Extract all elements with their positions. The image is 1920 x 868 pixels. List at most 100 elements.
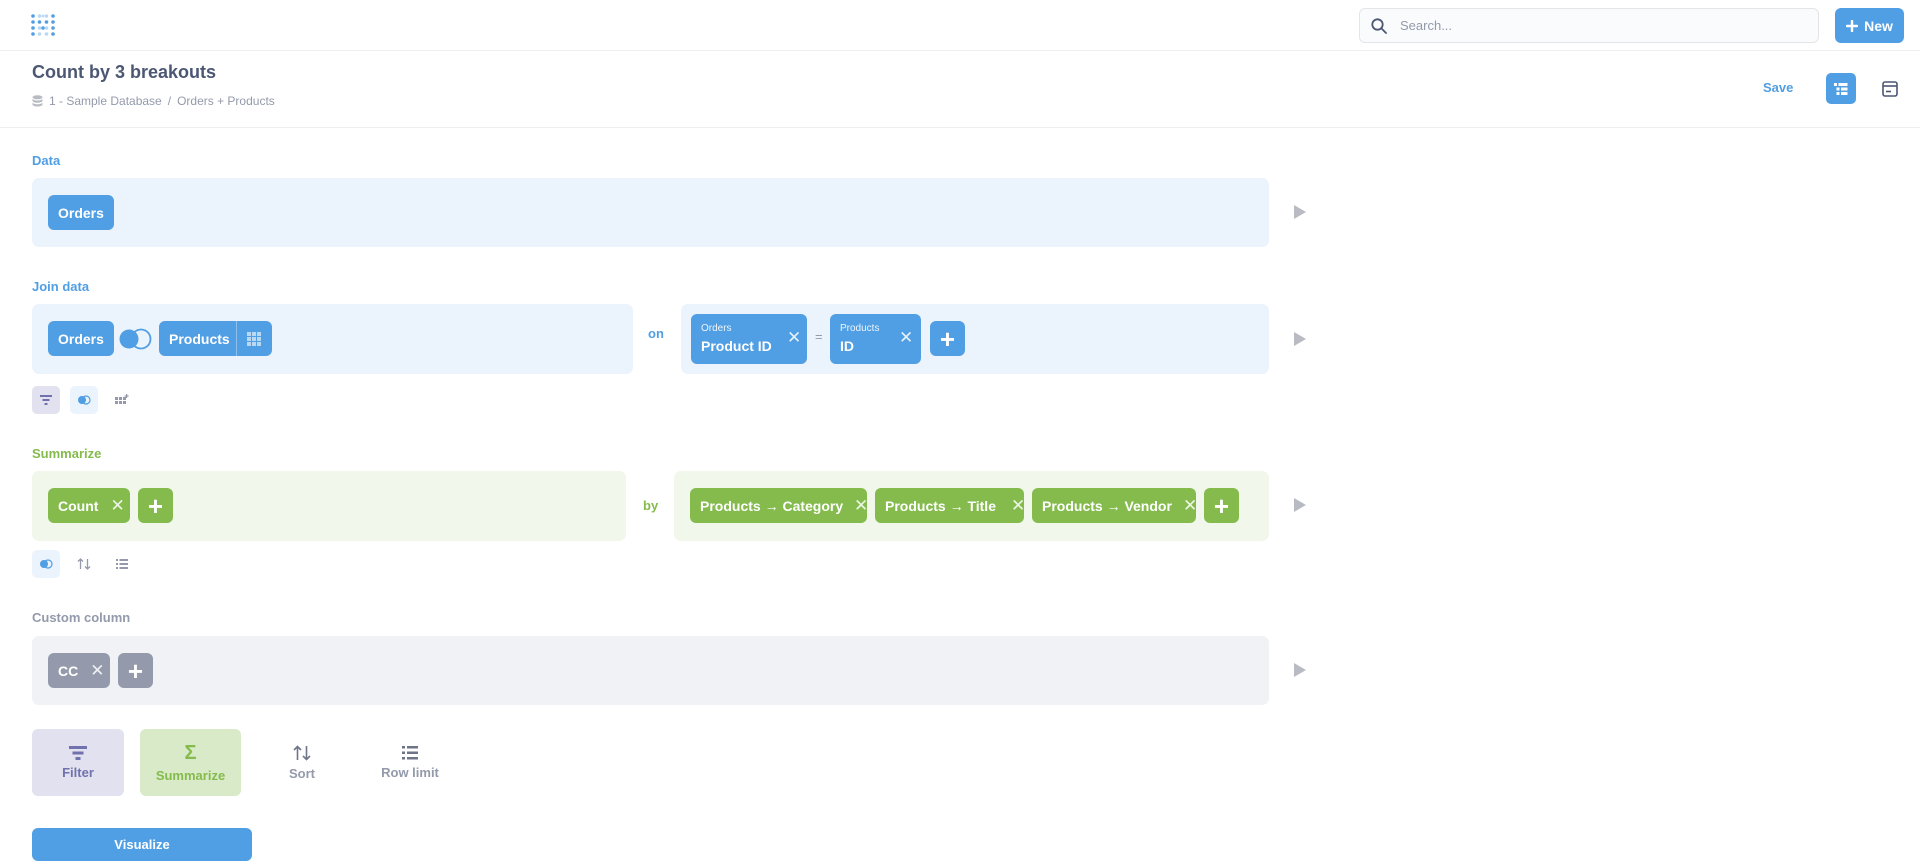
add-column-icon (115, 394, 129, 404)
join-right-column-field: ID (840, 338, 854, 354)
visualize-button[interactable]: Visualize (32, 828, 252, 861)
metabase-logo-icon[interactable] (30, 12, 56, 38)
page-title[interactable]: Count by 3 breakouts (32, 62, 216, 83)
search-input[interactable] (1400, 9, 1800, 42)
join-tables-box: Orders Products (32, 304, 633, 374)
database-icon (32, 95, 43, 107)
plus-icon: + (147, 490, 164, 521)
metric-label: Count (58, 497, 99, 514)
pill-divider (236, 321, 237, 356)
add-breakout-button[interactable]: + (1204, 488, 1239, 523)
question-header: Count by 3 breakouts 1 - Sample Database… (0, 52, 1920, 128)
search-bar[interactable] (1359, 8, 1819, 43)
data-step-label: Data (32, 153, 61, 168)
join-left-column-field: Product ID (701, 338, 772, 354)
join-right-table-pill[interactable]: Products (159, 321, 272, 356)
preview-play-icon[interactable] (1294, 663, 1306, 677)
filter-icon (69, 745, 87, 760)
custom-column-step-label: Custom column (32, 610, 131, 625)
breadcrumb-separator: / (167, 94, 172, 108)
source-table-pill[interactable]: Orders (48, 195, 114, 230)
remove-icon[interactable]: ✕ (899, 328, 913, 348)
list-icon (402, 745, 418, 759)
sql-console-icon (1882, 80, 1898, 97)
top-navigation: New (0, 0, 1920, 51)
remove-icon[interactable]: ✕ (90, 662, 104, 679)
join-left-column-table: Orders (701, 323, 732, 334)
new-button[interactable]: New (1835, 8, 1904, 43)
custom-column-box: CC ✕ + (32, 636, 1269, 705)
add-join-small-button[interactable] (70, 386, 98, 414)
notebook-icon (1834, 82, 1848, 95)
join-icon (78, 395, 91, 405)
join-conditions-box: Orders Product ID ✕ = Products ID ✕ + (681, 304, 1269, 374)
breakout-pill[interactable]: Products → Category ✕ (690, 488, 868, 523)
remove-icon[interactable]: ✕ (854, 497, 868, 514)
join-right-column-pill[interactable]: Products ID ✕ (830, 314, 921, 364)
join-left-column-pill[interactable]: Orders Product ID ✕ (691, 314, 807, 364)
plus-icon: + (939, 323, 956, 354)
add-sort-small-button[interactable] (70, 550, 98, 578)
plus-icon: + (127, 655, 144, 686)
filter-action-button[interactable]: Filter (32, 729, 124, 796)
breadcrumb: 1 - Sample Database / Orders + Products (32, 94, 275, 108)
add-custom-column-button[interactable]: + (118, 653, 153, 688)
join-on-label: on (648, 326, 664, 341)
breakout-label: Products → Title (885, 497, 996, 514)
data-step-box: Orders (32, 178, 1269, 247)
summarize-by-label: by (643, 498, 659, 513)
remove-icon[interactable]: ✕ (110, 497, 124, 514)
plus-icon: + (1213, 490, 1230, 521)
metric-pill[interactable]: Count ✕ (48, 488, 130, 523)
sort-icon (293, 744, 311, 761)
left-join-type-icon[interactable] (118, 328, 152, 355)
sql-preview-button[interactable] (1875, 73, 1905, 104)
search-icon (1371, 18, 1387, 34)
add-row-limit-small-button[interactable] (108, 550, 136, 578)
grid-columns-icon[interactable] (247, 332, 261, 349)
add-join-small-button[interactable] (32, 550, 60, 578)
remove-icon[interactable]: ✕ (1183, 497, 1197, 514)
add-metric-button[interactable]: + (138, 488, 173, 523)
breakout-label: Products → Vendor (1042, 497, 1172, 514)
custom-column-pill[interactable]: CC ✕ (48, 653, 110, 688)
notebook-toggle-button[interactable] (1826, 73, 1856, 104)
join-right-table-label: Products (169, 330, 230, 347)
summarize-action-button[interactable]: Σ Summarize (140, 729, 241, 796)
custom-column-label: CC (58, 662, 79, 679)
sigma-icon: Σ (184, 741, 197, 764)
new-button-label: New (1864, 17, 1893, 34)
row-limit-action-label: Row limit (381, 764, 439, 780)
breadcrumb-database[interactable]: 1 - Sample Database (49, 94, 162, 108)
summarize-metrics-box: Count ✕ + (32, 471, 626, 541)
preview-play-icon[interactable] (1294, 498, 1306, 512)
row-limit-action-button[interactable]: Row limit (370, 729, 450, 796)
add-join-condition-button[interactable]: + (930, 321, 965, 356)
add-custom-column-small-button[interactable] (108, 386, 136, 414)
sort-action-button[interactable]: Sort (272, 729, 332, 796)
source-table-label: Orders (58, 204, 104, 221)
join-left-table-label: Orders (58, 330, 104, 347)
preview-play-icon[interactable] (1294, 205, 1306, 219)
summarize-step-label: Summarize (32, 446, 102, 461)
add-filter-small-button[interactable] (32, 386, 60, 414)
list-icon (116, 559, 128, 569)
summarize-action-label: Summarize (155, 767, 226, 783)
join-step-label: Join data (32, 279, 90, 294)
filter-action-label: Filter (62, 764, 94, 780)
breadcrumb-table[interactable]: Orders + Products (177, 94, 275, 108)
join-icon (40, 559, 53, 569)
breakout-pill[interactable]: Products → Vendor ✕ (1032, 488, 1197, 523)
save-button[interactable]: Save (1763, 80, 1793, 95)
join-left-table-pill[interactable]: Orders (48, 321, 114, 356)
preview-play-icon[interactable] (1294, 332, 1306, 346)
breakout-label: Products → Category (700, 497, 844, 514)
remove-icon[interactable]: ✕ (787, 328, 801, 348)
summarize-breakouts-box: Products → Category ✕ Products → Title ✕… (674, 471, 1269, 541)
sort-icon (77, 558, 91, 570)
breakout-pill[interactable]: Products → Title ✕ (875, 488, 1025, 523)
filter-icon (40, 395, 52, 405)
remove-icon[interactable]: ✕ (1011, 497, 1025, 514)
sort-action-label: Sort (289, 765, 315, 781)
join-equals-operator[interactable]: = (815, 329, 823, 344)
